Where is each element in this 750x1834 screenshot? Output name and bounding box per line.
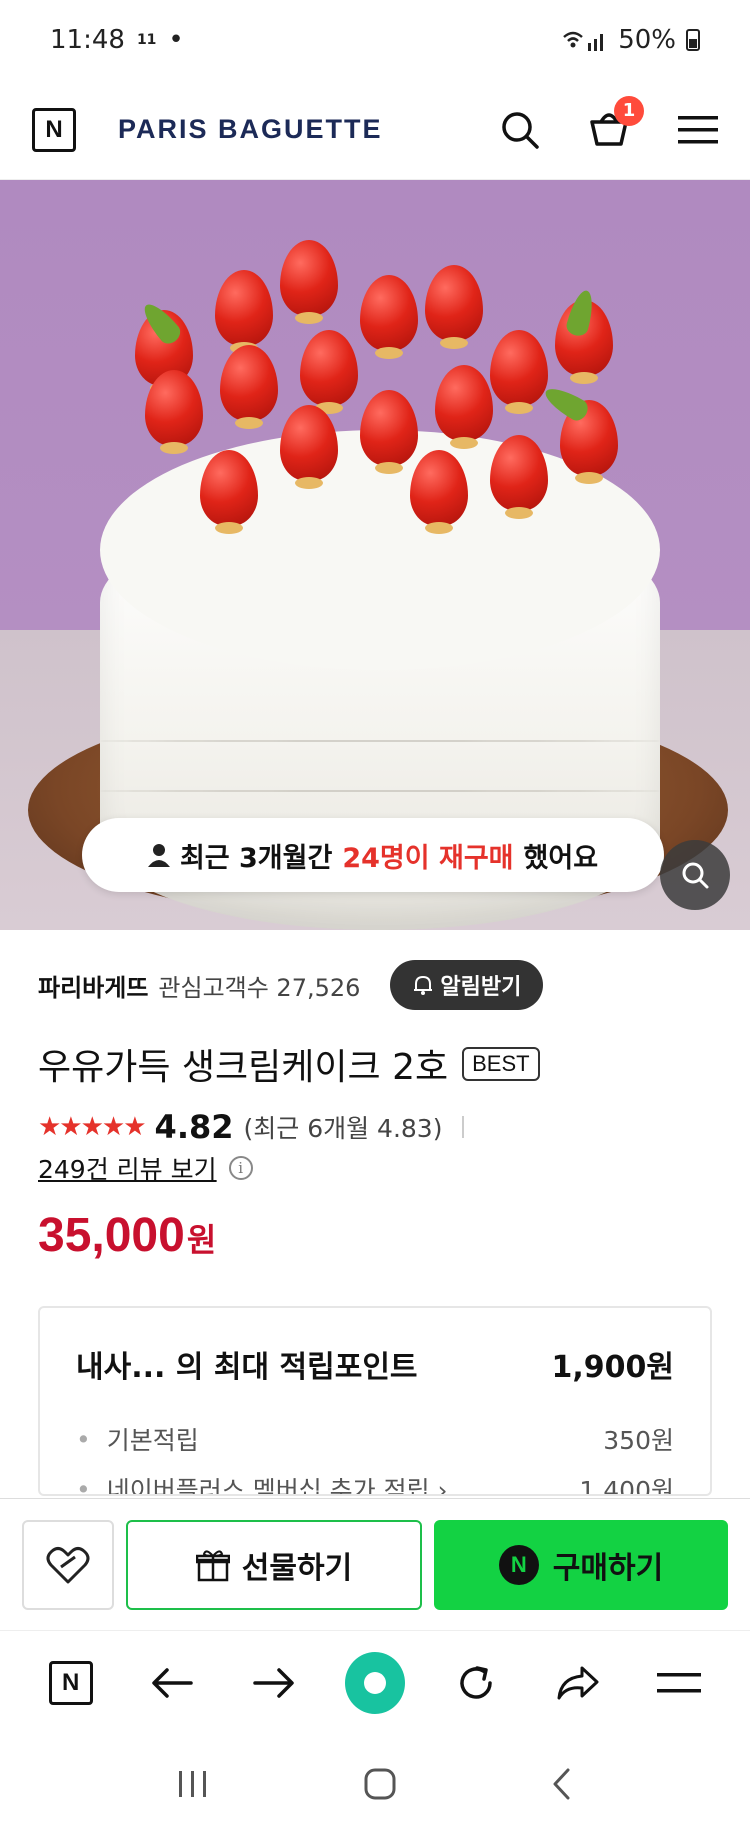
person-icon	[147, 844, 170, 867]
purchase-action-bar: 선물하기 N 구매하기	[0, 1498, 750, 1630]
strawberry	[360, 275, 418, 359]
divider	[462, 1116, 465, 1138]
image-zoom-button[interactable]	[660, 840, 730, 910]
strawberry	[300, 330, 358, 414]
signal-icon	[563, 31, 604, 51]
bullet: •	[76, 1424, 91, 1454]
best-badge: BEST	[462, 1047, 540, 1081]
strawberry	[435, 365, 493, 449]
repurchase-highlight: 24명이 재구매	[342, 842, 514, 874]
strawberry	[490, 435, 548, 519]
cart-count-badge: 1	[614, 95, 644, 126]
gift-icon	[195, 1549, 230, 1581]
points-line[interactable]: • 네이버플러스 멤버십 추가 적립 › 1,400원	[40, 1464, 710, 1496]
price-amount: 35,000	[38, 1209, 185, 1262]
rating-score: 4.82	[154, 1108, 234, 1146]
naver-logo-button[interactable]: N	[32, 107, 76, 152]
points-line-value: 350원	[603, 1426, 674, 1455]
points-total: 1,900원	[551, 1350, 675, 1385]
strawberry	[215, 270, 273, 354]
menu-icon[interactable]	[678, 114, 718, 146]
store-info: 파리바게뜨 관심고객수 27,526 알림받기	[38, 960, 544, 1010]
cake-groove	[100, 740, 660, 742]
brand-name[interactable]: PARIS BAGUETTE	[118, 114, 383, 145]
rating-stars: ★★★★★	[38, 1112, 147, 1142]
back-arrow-icon[interactable]	[142, 1653, 202, 1713]
header-icons: 1	[500, 95, 718, 152]
n-home-logo: N	[48, 1660, 93, 1705]
gift-label: 선물하기	[241, 1550, 353, 1586]
repurchase-banner: 최근 3개월간 24명이 재구매 했어요	[82, 818, 664, 892]
follower-count: 관심고객수 27,526	[158, 973, 361, 1002]
status-bar: 11:48 11 • 50%	[0, 0, 750, 80]
npay-icon: N	[498, 1544, 539, 1585]
strawberry	[280, 405, 338, 489]
home-icon[interactable]	[363, 1767, 397, 1801]
bullet: •	[76, 1474, 91, 1496]
points-box: 내사... 의 최대 적립포인트 1,900원 • 기본적립 350원 • 네이…	[38, 1306, 712, 1496]
gift-button[interactable]: 선물하기	[126, 1519, 422, 1610]
recent-apps-icon[interactable]	[176, 1769, 210, 1799]
points-header: 내사... 의 최대 적립포인트 1,900원	[40, 1308, 710, 1386]
back-icon[interactable]	[550, 1767, 574, 1801]
rating-row: ★★★★★ 4.82 (최근 6개월 4.83)	[38, 1108, 465, 1146]
product-title: 우유가득 생크림케이크 2호	[38, 1047, 449, 1088]
status-left: 11:48 11 •	[50, 25, 184, 55]
n-home-icon[interactable]: N	[41, 1653, 101, 1713]
strawberry	[425, 265, 483, 349]
strawberry	[145, 370, 203, 454]
points-line-label[interactable]: 네이버플러스 멤버십 추가 적립 ›	[107, 1471, 448, 1494]
magnifier-icon	[682, 862, 709, 889]
bell-plus-icon	[414, 975, 433, 995]
share-icon[interactable]	[548, 1653, 608, 1713]
strawberry	[360, 390, 418, 474]
browser-toolbar: N	[0, 1630, 750, 1734]
repurchase-prefix: 최근 3개월간	[179, 842, 333, 874]
strawberry	[220, 345, 278, 429]
store-name-link[interactable]: 파리바게뜨	[38, 968, 148, 1003]
clock: 11:48	[50, 25, 125, 55]
points-line: • 기본적립 350원	[40, 1414, 710, 1464]
wishlist-button[interactable]	[22, 1519, 114, 1610]
repurchase-suffix: 했어요	[523, 842, 599, 874]
product-title-row: 우유가득 생크림케이크 2호 BEST	[38, 1038, 540, 1090]
site-header: N PARIS BAGUETTE 1	[0, 80, 750, 180]
notification-dot-icon: •	[168, 25, 184, 55]
cake-groove	[100, 790, 660, 792]
buy-label: 구매하기	[552, 1550, 664, 1586]
buy-button[interactable]: N 구매하기	[434, 1519, 728, 1610]
points-title: 내사... 의 최대 적립포인트	[76, 1350, 418, 1385]
reviews-link[interactable]: 249건 리뷰 보기	[38, 1150, 217, 1186]
recent-rating: (최근 6개월 4.83)	[243, 1114, 443, 1143]
price-currency: 원	[186, 1221, 217, 1259]
review-row: 249건 리뷰 보기 i	[38, 1150, 253, 1186]
price: 35,000 원	[38, 1208, 216, 1263]
notify-button[interactable]: 알림받기	[390, 960, 544, 1010]
strawberry	[490, 330, 548, 414]
points-line-value: 1,400원	[579, 1476, 674, 1496]
carrier-icon: 11	[136, 32, 157, 48]
points-line-label: 기본적립	[106, 1426, 199, 1455]
status-right: 50%	[562, 25, 700, 55]
search-icon[interactable]	[500, 110, 540, 150]
battery-percent: 50%	[618, 25, 676, 55]
menu-icon[interactable]	[649, 1653, 709, 1713]
heart-icon	[46, 1546, 90, 1583]
forward-arrow-icon[interactable]	[244, 1653, 304, 1713]
green-ring	[344, 1651, 405, 1714]
strawberry	[280, 240, 338, 324]
cart-button[interactable]: 1	[588, 95, 644, 152]
android-nav-bar	[0, 1734, 750, 1834]
refresh-icon[interactable]	[446, 1653, 506, 1713]
battery-icon	[686, 29, 700, 51]
notify-label: 알림받기	[440, 975, 522, 1000]
info-icon[interactable]: i	[228, 1156, 253, 1180]
green-dot-icon[interactable]	[344, 1651, 405, 1714]
